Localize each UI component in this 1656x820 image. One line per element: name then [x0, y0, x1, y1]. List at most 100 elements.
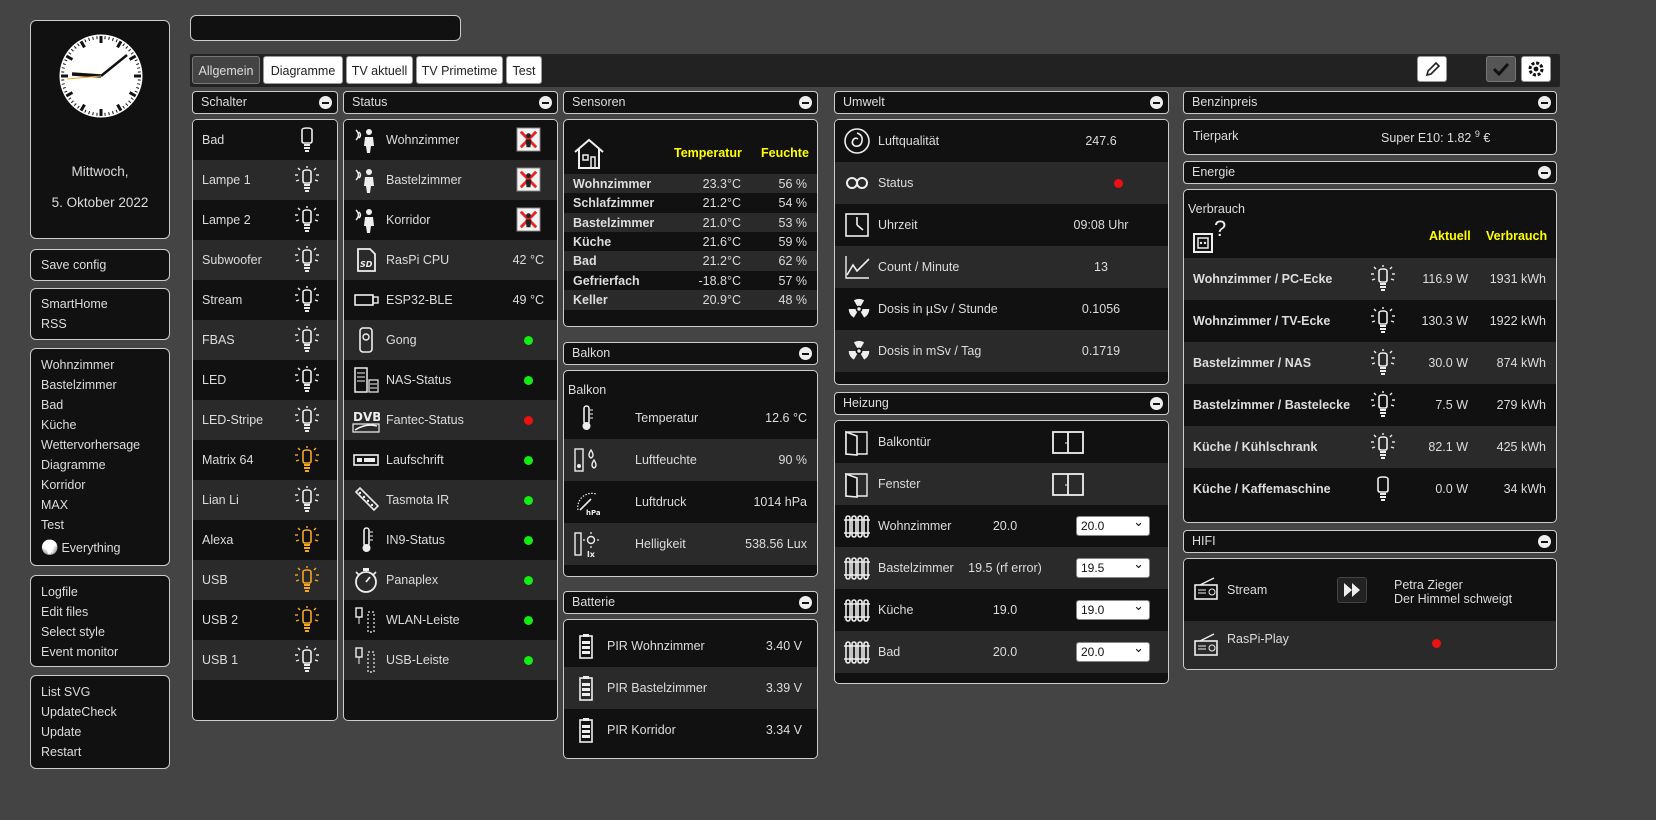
menu-link-test[interactable]: Test [31, 515, 169, 535]
menu-link-bastelzimmer[interactable]: Bastelzimmer [31, 375, 169, 395]
lamp-off-icon[interactable] [293, 286, 321, 314]
menu-link-bad[interactable]: Bad [31, 395, 169, 415]
switch-row[interactable]: Lampe 1 [193, 160, 337, 200]
confirm-button[interactable] [1486, 56, 1516, 82]
umwelt-header[interactable]: Umwelt [834, 91, 1169, 114]
collapse-icon[interactable] [799, 347, 812, 360]
menu-link-wettervorhersage[interactable]: Wettervorhersage [31, 435, 169, 455]
presence-icon [355, 169, 374, 193]
room-name: Keller [573, 292, 608, 307]
status-dot [524, 616, 533, 625]
lamp-on-icon[interactable] [293, 606, 321, 634]
switch-row[interactable]: Bad [193, 120, 337, 160]
umwelt-label: Count / Minute [878, 260, 960, 274]
menu-link-updatecheck[interactable]: UpdateCheck [31, 702, 169, 722]
menu-link-korridor[interactable]: Korridor [31, 475, 169, 495]
lamp-off-icon[interactable] [293, 646, 321, 674]
hifi-header[interactable]: HIFI [1183, 530, 1557, 553]
heating-setpoint-select[interactable]: 19.5 [1076, 555, 1150, 578]
tab-allgemein[interactable]: Allgemein [192, 56, 260, 84]
menu-link-restart[interactable]: Restart [31, 742, 169, 762]
menu-link-event-monitor[interactable]: Event monitor [31, 642, 169, 662]
balkon-header[interactable]: Balkon [563, 342, 818, 365]
switch-row[interactable]: USB 1 [193, 640, 337, 680]
lamp-off-icon[interactable] [293, 486, 321, 514]
lamp-off-icon[interactable] [293, 166, 321, 194]
menu-link-max[interactable]: MAX [31, 495, 169, 515]
lamp-on-icon[interactable] [293, 526, 321, 554]
tab-diagramme[interactable]: Diagramme [263, 56, 343, 84]
tab-tv-aktuell[interactable]: TV aktuell [346, 56, 413, 84]
collapse-icon[interactable] [539, 96, 552, 109]
collapse-icon[interactable] [1150, 397, 1163, 410]
lamp-on-icon[interactable] [293, 566, 321, 594]
menu-link-save-config[interactable]: Save config [31, 255, 169, 275]
lamp-off-icon[interactable] [293, 326, 321, 354]
lamp-on-icon [1371, 349, 1395, 375]
svg-text:hPa: hPa [586, 509, 600, 516]
tab-tv-primetime[interactable]: TV Primetime [416, 56, 503, 84]
status-header[interactable]: Status [343, 91, 558, 114]
sensoren-header[interactable]: Sensoren [563, 91, 818, 114]
menu-link-wohnzimmer[interactable]: Wohnzimmer [31, 355, 169, 375]
menu-link-diagramme[interactable]: Diagramme [31, 455, 169, 475]
switch-row[interactable]: Lian Li [193, 480, 337, 520]
switch-row[interactable]: USB [193, 560, 337, 600]
lamp-off-icon[interactable] [293, 366, 321, 394]
menu-link-küche[interactable]: Küche [31, 415, 169, 435]
tab-test[interactable]: Test [506, 56, 542, 84]
settings-button[interactable] [1521, 56, 1551, 82]
switch-row[interactable]: USB 2 [193, 600, 337, 640]
collapse-icon[interactable] [799, 96, 812, 109]
svg-text:SD: SD [360, 260, 373, 269]
lamp-off-icon [1377, 476, 1389, 501]
switch-row[interactable]: LED [193, 360, 337, 400]
schalter-header[interactable]: Schalter [192, 91, 338, 114]
menu-link-update[interactable]: Update [31, 722, 169, 742]
collapse-icon[interactable] [1150, 96, 1163, 109]
collapse-icon[interactable] [799, 596, 812, 609]
switch-row[interactable]: LED-Stripe [193, 400, 337, 440]
play-button[interactable] [1337, 577, 1367, 603]
collapse-icon[interactable] [1538, 96, 1551, 109]
lamp-off-icon[interactable] [293, 246, 321, 274]
switch-row[interactable]: FBAS [193, 320, 337, 360]
lamp-on-icon[interactable] [293, 446, 321, 474]
command-input[interactable] [190, 15, 461, 41]
switch-row[interactable]: Alexa [193, 520, 337, 560]
heizung-title: Heizung [843, 396, 889, 410]
menu-link-select-style[interactable]: Select style [31, 622, 169, 642]
battery-value: 3.39 V [765, 681, 802, 695]
lamp-off-icon[interactable] [293, 126, 321, 154]
lamp-off-icon[interactable] [293, 406, 321, 434]
collapse-icon[interactable] [1538, 166, 1551, 179]
benzinpreis-header[interactable]: Benzinpreis [1183, 91, 1557, 114]
balkon-title: Balkon [572, 346, 611, 360]
edit-button[interactable] [1417, 56, 1447, 82]
switch-row[interactable]: Stream [193, 280, 337, 320]
switch-row[interactable]: Lampe 2 [193, 200, 337, 240]
heating-setpoint-select[interactable]: 20.0 [1076, 639, 1150, 662]
batterie-header[interactable]: Batterie [563, 591, 818, 614]
heating-setpoint-select[interactable]: 20.0 [1076, 513, 1150, 536]
menu-group-links: SmartHome RSS [30, 288, 170, 340]
energie-header[interactable]: Energie [1183, 161, 1557, 184]
heating-setpoint-select[interactable]: 19.0 [1076, 597, 1150, 620]
menu-link-rss[interactable]: RSS [31, 314, 169, 334]
switch-row[interactable]: Matrix 64 [193, 440, 337, 480]
switch-row[interactable]: Subwoofer [193, 240, 337, 280]
usb-stick-icon [354, 294, 379, 306]
menu-link-smarthome[interactable]: SmartHome [31, 294, 169, 314]
switch-label: Bad [202, 133, 225, 147]
battery-label: PIR Korridor [607, 723, 676, 737]
status-label: Panaplex [386, 573, 439, 587]
menu-link-everything[interactable]: 🌍 Everything [31, 537, 169, 558]
collapse-icon[interactable] [319, 96, 332, 109]
lamp-off-icon[interactable] [293, 206, 321, 234]
umwelt-row: Status [835, 162, 1168, 204]
collapse-icon[interactable] [1538, 535, 1551, 548]
menu-link-list-svg[interactable]: List SVG [31, 682, 169, 702]
menu-link-edit-files[interactable]: Edit files [31, 602, 169, 622]
heizung-header[interactable]: Heizung [834, 392, 1169, 415]
menu-link-logfile[interactable]: Logfile [31, 582, 169, 602]
